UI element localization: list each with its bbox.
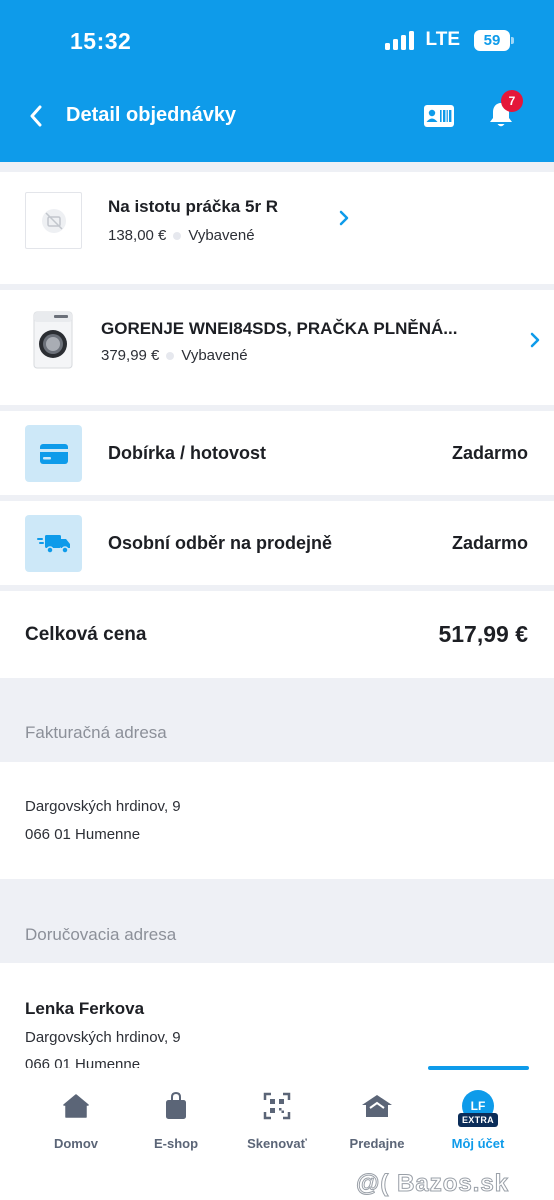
status-time: 15:32 <box>70 28 132 54</box>
app-header: 15:32 LTE 59 Detail objednávky 7 <box>0 0 554 162</box>
home-icon <box>63 1088 89 1124</box>
shipping-address-card: Lenka Ferkova Dargovských hrdinov, 9 066… <box>0 963 554 1068</box>
item-status: Vybavené <box>181 347 248 364</box>
tab-domov[interactable]: Domov <box>26 1088 126 1158</box>
payment-price: Zadarmo <box>451 443 528 463</box>
payment-card-tile <box>25 425 82 482</box>
avatar: LF EXTRA <box>458 1090 498 1127</box>
item-price: 138,00 € <box>108 227 167 244</box>
credit-card-icon <box>39 443 68 464</box>
item-status: Vybavené <box>188 227 255 244</box>
account-avatar: LF EXTRA <box>458 1088 498 1127</box>
payment-label: Dobírka / hotovost <box>108 443 267 463</box>
tab-predajne[interactable]: Predajne <box>327 1088 427 1158</box>
tab-label: E-shop <box>153 1136 199 1151</box>
washing-machine-image <box>26 308 80 372</box>
item-meta: 138,00 € Vybavené <box>108 227 255 244</box>
shipping-address-header: Doručovacia adresa <box>0 879 554 963</box>
item-meta: 379,99 € Vybavené <box>101 347 248 364</box>
tab-label: Skenovať <box>247 1136 307 1151</box>
payment-method-row: Dobírka / hotovost Zadarmo <box>0 411 554 495</box>
shipping-heading: Doručovacia adresa <box>25 925 177 944</box>
extra-badge: EXTRA <box>458 1113 498 1127</box>
shipping-city: 066 01 Humenne <box>25 1056 141 1068</box>
notification-count-badge: 7 <box>501 90 523 112</box>
item-title: GORENJE WNEI84SDS, PRAČKA PLNĚNÁ... <box>101 319 458 338</box>
shipping-street: Dargovských hrdinov, 9 <box>25 1029 181 1046</box>
loyalty-card-button[interactable] <box>421 100 457 132</box>
billing-address-header: Fakturačná adresa <box>0 678 554 762</box>
chevron-right-icon <box>527 330 543 350</box>
order-item[interactable]: GORENJE WNEI84SDS, PRAČKA PLNĚNÁ... 379,… <box>0 290 554 405</box>
active-tab-indicator <box>428 1066 529 1070</box>
delivery-price: Zadarmo <box>451 533 528 553</box>
signal-icon <box>384 30 414 50</box>
back-button[interactable] <box>20 100 52 132</box>
tab-moj-ucet[interactable]: LF EXTRA Môj účet <box>428 1088 528 1158</box>
delivery-label: Osobní odběr na prodejně <box>108 533 333 553</box>
product-placeholder-image <box>25 192 82 249</box>
status-indicators: LTE 59 <box>384 29 514 51</box>
item-title: Na istotu práčka 5r R <box>108 197 279 216</box>
order-item[interactable]: Na istotu práčka 5r R 138,00 € Vybavené <box>0 172 554 284</box>
chevron-left-icon <box>30 105 42 127</box>
delivery-method-row: Osobní odběr na prodejně Zadarmo <box>0 501 554 585</box>
avatar-initials: LF <box>470 1099 486 1113</box>
billing-address-card: Dargovských hrdinov, 9 066 01 Humenne <box>0 762 554 879</box>
watermark: @( Bazos.sk <box>355 1170 510 1198</box>
item-price: 379,99 € <box>101 347 160 364</box>
billing-heading: Fakturačná adresa <box>25 723 167 742</box>
billing-city: 066 01 Humenne <box>25 826 141 843</box>
tab-label: Môj účet <box>451 1136 505 1151</box>
tab-e-shop[interactable]: E-shop <box>126 1088 226 1158</box>
shopping-bag-icon <box>165 1088 187 1124</box>
page-title: Detail objednávky <box>66 104 237 126</box>
network-label: LTE <box>425 29 460 50</box>
store-icon <box>361 1088 393 1124</box>
separator-dot <box>173 231 182 240</box>
shipping-name: Lenka Ferkova <box>25 999 145 1018</box>
qr-scan-icon <box>263 1088 291 1124</box>
loyalty-card-icon <box>424 105 454 127</box>
tab-label: Domov <box>53 1136 99 1151</box>
total-label: Celková cena <box>25 624 147 645</box>
separator-dot <box>166 351 175 360</box>
chevron-right-icon <box>336 208 352 228</box>
delivery-truck-tile <box>25 515 82 572</box>
tab-skenovat[interactable]: Skenovať <box>227 1088 327 1158</box>
battery-icon: 59 <box>474 29 514 51</box>
total-price: 517,99 € <box>438 621 528 647</box>
truck-icon <box>36 534 70 554</box>
order-detail-screen: 15:32 LTE 59 Detail objednávky 7 Na isto… <box>0 0 554 1200</box>
no-image-icon <box>41 208 66 233</box>
tab-label: Predajne <box>349 1136 405 1151</box>
billing-street: Dargovských hrdinov, 9 <box>25 798 181 815</box>
